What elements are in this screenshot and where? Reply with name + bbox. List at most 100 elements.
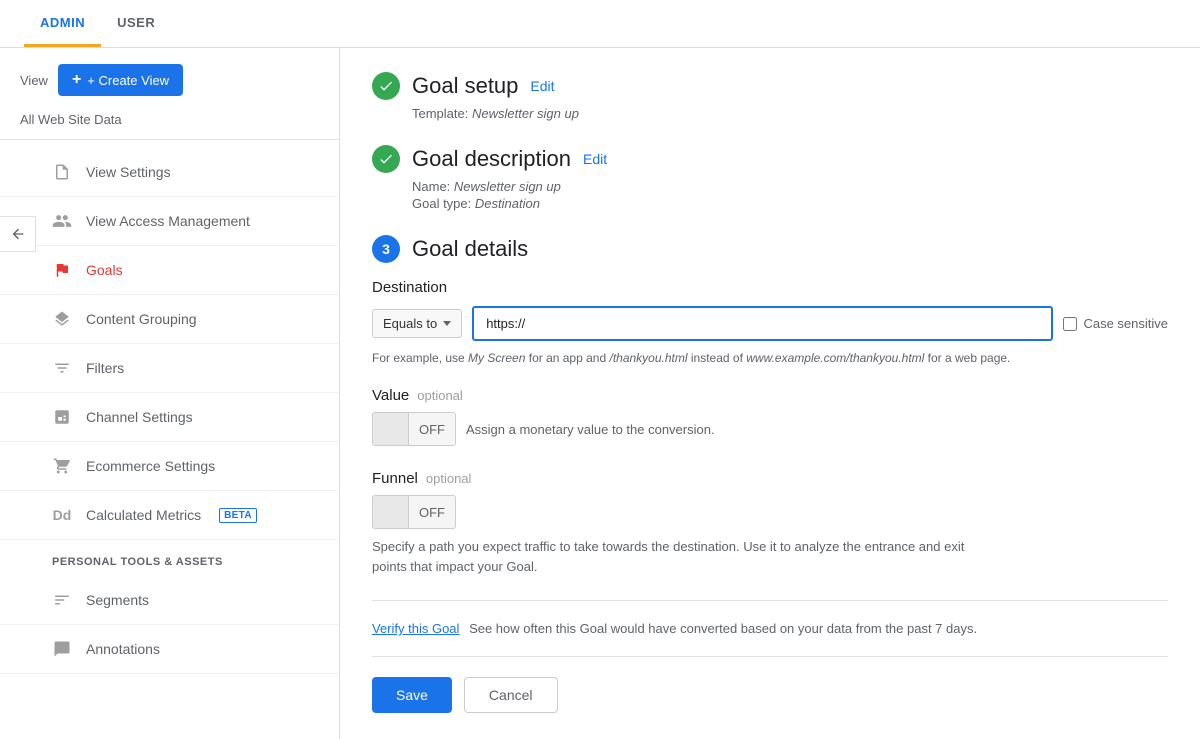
save-button[interactable]: Save — [372, 677, 452, 713]
goal-setup-title: Goal setup — [412, 73, 518, 99]
back-button[interactable] — [0, 216, 36, 252]
destination-section: Destination Equals to Case sensitive For… — [372, 279, 1168, 367]
goal-setup-template-value: Newsletter sign up — [472, 106, 579, 121]
goal-setup-edit-link[interactable]: Edit — [530, 78, 554, 94]
value-toggle-switch[interactable]: OFF — [372, 412, 456, 446]
destination-help-text: For example, use My Screen for an app an… — [372, 349, 1168, 367]
goal-description-section: Goal description Edit Name: Newsletter s… — [372, 145, 1168, 211]
sidebar-item-content-grouping-label: Content Grouping — [86, 311, 197, 327]
view-label: View — [20, 73, 48, 88]
chevron-down-icon — [443, 321, 451, 326]
sidebar-item-goals[interactable]: Goals — [0, 246, 339, 295]
goal-description-title: Goal description — [412, 146, 571, 172]
funnel-description: Specify a path you expect traffic to tak… — [372, 537, 972, 576]
goal-description-edit-link[interactable]: Edit — [583, 151, 607, 167]
value-toggle-off-label: OFF — [409, 413, 455, 445]
create-view-button[interactable]: + + Create View — [58, 64, 183, 96]
top-nav: ADMIN USER — [0, 0, 1200, 48]
layers-icon — [52, 309, 72, 329]
segments-icon — [52, 590, 72, 610]
sidebar-item-channel-settings[interactable]: Channel Settings — [0, 393, 339, 442]
case-sensitive-checkbox[interactable] — [1063, 317, 1077, 331]
goal-description-header: Goal description Edit — [372, 145, 1168, 173]
cart-icon — [52, 456, 72, 476]
sidebar-navigation: View Settings View Access Management Goa… — [0, 140, 339, 674]
funnel-toggle-row: OFF — [372, 495, 1168, 529]
sidebar-item-content-grouping[interactable]: Content Grouping — [0, 295, 339, 344]
chart-icon — [52, 407, 72, 427]
sidebar-item-segments-label: Segments — [86, 592, 149, 608]
goal-details-title: Goal details — [412, 236, 528, 262]
goal-details-header: 3 Goal details — [372, 235, 1168, 263]
beta-badge: BETA — [219, 508, 257, 523]
sidebar-item-goals-label: Goals — [86, 262, 123, 278]
people-icon — [52, 211, 72, 231]
filter-icon — [52, 358, 72, 378]
divider — [372, 600, 1168, 601]
sidebar-item-ecommerce-settings[interactable]: Ecommerce Settings — [0, 442, 339, 491]
value-optional-label: optional — [417, 388, 463, 403]
funnel-main-label: Funnel — [372, 470, 418, 487]
case-sensitive-row: Case sensitive — [1063, 316, 1168, 331]
action-buttons: Save Cancel — [372, 677, 1168, 713]
divider-2 — [372, 656, 1168, 657]
sidebar-item-filters[interactable]: Filters — [0, 344, 339, 393]
funnel-optional-label: optional — [426, 471, 472, 486]
goal-details-section: 3 Goal details Destination Equals to Cas… — [372, 235, 1168, 713]
sidebar-item-view-settings[interactable]: View Settings — [0, 148, 339, 197]
sidebar-item-calculated-metrics-label: Calculated Metrics — [86, 507, 201, 523]
sidebar-item-channel-settings-label: Channel Settings — [86, 409, 193, 425]
sidebar-item-view-settings-label: View Settings — [86, 164, 171, 180]
goal-setup-section: Goal setup Edit Template: Newsletter sig… — [372, 72, 1168, 121]
goal-setup-check-icon — [372, 72, 400, 100]
goal-description-name-value: Newsletter sign up — [454, 179, 561, 194]
flag-icon — [52, 260, 72, 280]
sidebar-item-calculated-metrics[interactable]: Dd Calculated Metrics BETA — [0, 491, 339, 540]
funnel-toggle-off-label: OFF — [409, 496, 455, 528]
funnel-toggle-section: Funnel optional OFF Specify a path you e… — [372, 470, 1168, 576]
goal-description-type-value: Destination — [475, 196, 540, 211]
sidebar-item-annotations[interactable]: Annotations — [0, 625, 339, 674]
funnel-toggle-handle — [373, 496, 409, 528]
sidebar-header: View + + Create View — [0, 48, 339, 112]
sidebar-item-ecommerce-settings-label: Ecommerce Settings — [86, 458, 215, 474]
value-label-row: Value optional — [372, 387, 1168, 404]
all-web-site-data: All Web Site Data — [0, 112, 339, 140]
goal-setup-header: Goal setup Edit — [372, 72, 1168, 100]
funnel-toggle-switch[interactable]: OFF — [372, 495, 456, 529]
admin-tab[interactable]: ADMIN — [24, 1, 101, 47]
equals-to-select[interactable]: Equals to — [372, 309, 462, 338]
destination-row: Equals to Case sensitive — [372, 306, 1168, 341]
goal-description-name-label: Name: — [412, 179, 450, 194]
equals-to-label: Equals to — [383, 316, 437, 331]
goal-description-type-label: Goal type: — [412, 196, 471, 211]
value-description: Assign a monetary value to the conversio… — [466, 422, 715, 437]
sidebar-item-view-access-management[interactable]: View Access Management — [0, 197, 339, 246]
verify-this-goal-link[interactable]: Verify this Goal — [372, 621, 459, 636]
sidebar-item-annotations-label: Annotations — [86, 641, 160, 657]
verify-description: See how often this Goal would have conve… — [469, 621, 977, 636]
destination-label: Destination — [372, 279, 1168, 296]
value-toggle-row: OFF Assign a monetary value to the conve… — [372, 412, 1168, 446]
value-toggle-section: Value optional OFF Assign a monetary val… — [372, 387, 1168, 446]
url-input[interactable] — [472, 306, 1053, 341]
case-sensitive-label: Case sensitive — [1083, 316, 1168, 331]
document-icon — [52, 162, 72, 182]
sidebar-item-segments[interactable]: Segments — [0, 576, 339, 625]
cancel-button[interactable]: Cancel — [464, 677, 558, 713]
funnel-label-row: Funnel optional — [372, 470, 1168, 487]
sidebar-item-view-access-management-label: View Access Management — [86, 213, 250, 229]
sidebar-item-filters-label: Filters — [86, 360, 124, 376]
value-main-label: Value — [372, 387, 409, 404]
sidebar: View + + Create View All Web Site Data V… — [0, 48, 340, 739]
dd-icon: Dd — [52, 505, 72, 525]
annotations-icon — [52, 639, 72, 659]
goal-description-body: Name: Newsletter sign up Goal type: Dest… — [412, 179, 1168, 211]
user-tab[interactable]: USER — [101, 1, 171, 47]
main-layout: View + + Create View All Web Site Data V… — [0, 48, 1200, 739]
goal-setup-template-label: Template: — [412, 106, 468, 121]
goal-details-step-number: 3 — [372, 235, 400, 263]
personal-tools-header: PERSONAL TOOLS & ASSETS — [0, 540, 339, 576]
goal-setup-body: Template: Newsletter sign up — [412, 106, 1168, 121]
goal-description-check-icon — [372, 145, 400, 173]
